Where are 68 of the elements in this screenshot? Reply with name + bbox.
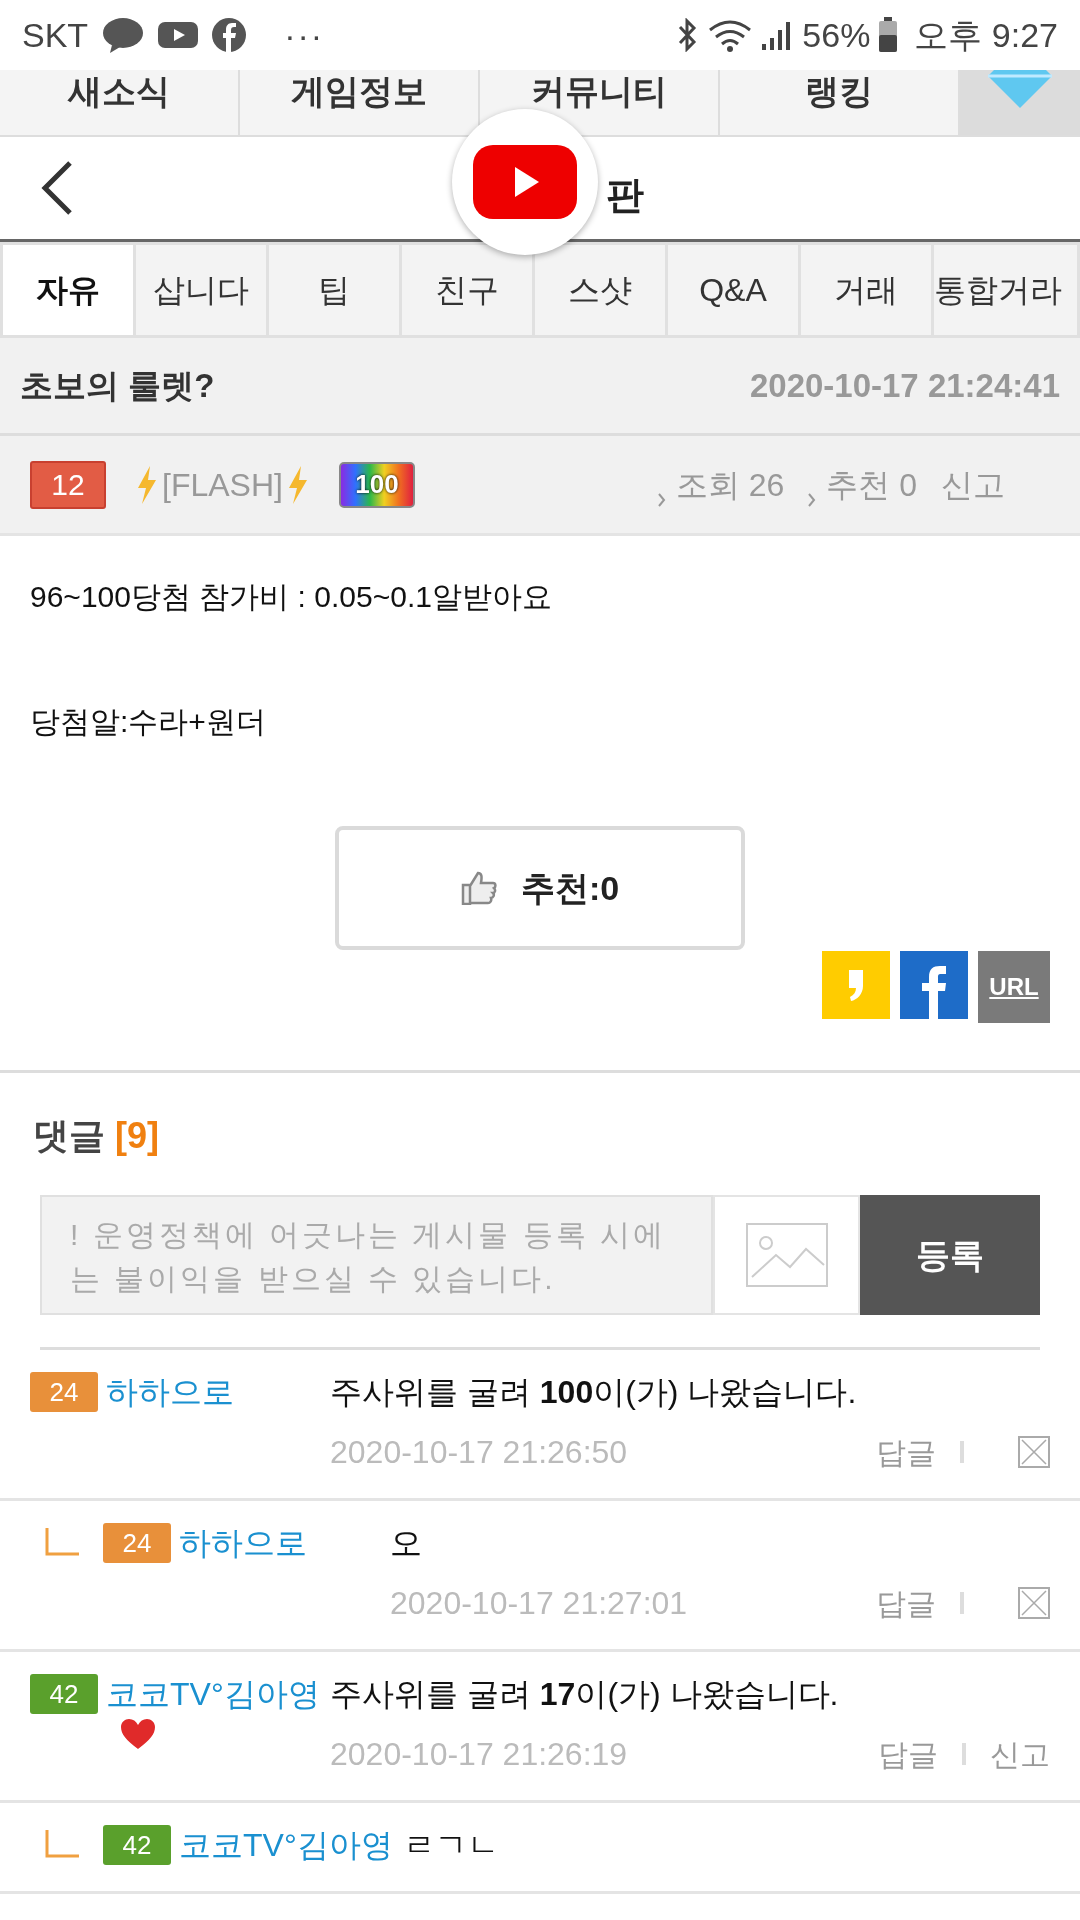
user-name[interactable]: 하하으로 xyxy=(106,1368,244,1416)
video-play-icon xyxy=(158,20,199,50)
carrier-name: SKT xyxy=(22,14,89,56)
recommend-count: 추천 0 xyxy=(826,465,917,505)
level-badge: 42 xyxy=(103,1825,171,1865)
play-icon xyxy=(473,145,577,219)
chevron-icon xyxy=(657,492,666,507)
post-title: 초보의 룰렛? xyxy=(20,365,215,406)
comment-time: 2020-10-17 21:27:01 xyxy=(390,1584,688,1623)
user-name[interactable]: 코코TV°김아영 xyxy=(106,1670,330,1718)
clock-time: 오후 9:27 xyxy=(914,14,1058,56)
comment-text: ㄹㄱㄴ xyxy=(402,1826,500,1865)
board-tab[interactable]: 통합거라 xyxy=(934,245,1077,335)
image-attach-button[interactable] xyxy=(713,1195,860,1315)
level-badge: 42 xyxy=(30,1674,98,1714)
close-icon xyxy=(1018,1436,1050,1468)
board-tab[interactable]: 친구 xyxy=(402,245,532,335)
board-tab[interactable]: 팁 xyxy=(269,245,399,335)
recommend-button[interactable]: 추천:0 xyxy=(335,826,745,950)
url-share-button[interactable]: URL xyxy=(978,951,1050,1023)
board-tab[interactable]: 삽니다 xyxy=(136,245,266,335)
comment-text: 주사위를 굴려 17이(가) 나왔습니다. xyxy=(330,1675,840,1714)
battery-percent: 56% xyxy=(802,14,871,56)
image-icon xyxy=(745,1223,828,1287)
post-text: 96~100당첨 참가비 : 0.05~0.1알받아요 xyxy=(30,579,553,615)
facebook-icon xyxy=(212,18,247,52)
author-name: [FLASH] xyxy=(162,465,283,505)
chat-bubble-icon xyxy=(102,17,145,53)
close-icon xyxy=(1018,1587,1050,1619)
post-text: 당첨알:수라+원더 xyxy=(30,704,267,740)
post-date: 2020-10-17 21:24:41 xyxy=(749,365,1060,406)
kakao-share-button[interactable] xyxy=(822,951,890,1019)
facebook-icon xyxy=(919,963,949,1019)
comment-text: 오 xyxy=(390,1524,423,1563)
lightning-icon xyxy=(286,465,309,504)
level-badge: 24 xyxy=(30,1372,98,1412)
board-tab[interactable]: 스샷 xyxy=(535,245,665,335)
page-title: 판 xyxy=(606,173,644,218)
thumbs-up-icon xyxy=(460,871,497,905)
level-badge: 12 xyxy=(30,460,106,509)
board-tab[interactable]: Q&A xyxy=(668,245,798,335)
board-tab[interactable]: 자유 xyxy=(3,245,133,335)
comment-time: 2020-10-17 21:26:50 xyxy=(330,1433,628,1472)
diamond-button[interactable] xyxy=(960,70,1080,135)
comment-input-field[interactable]: ! 운영정책에 어긋나는 게시물 등록 시에는 불이익을 받으실 수 있습니다. xyxy=(40,1195,713,1315)
more-indicator: ··· xyxy=(284,14,325,56)
nav-tab[interactable]: 랭킹 xyxy=(805,74,873,108)
level-badge: 24 xyxy=(103,1523,171,1563)
user-name[interactable]: 코코TV°김아영 xyxy=(179,1821,403,1869)
wifi-icon xyxy=(708,18,753,52)
delete-button[interactable] xyxy=(1018,1436,1050,1468)
delete-button[interactable] xyxy=(1018,1587,1050,1619)
chevron-icon xyxy=(808,492,817,507)
submit-button[interactable]: 등록 xyxy=(860,1195,1040,1315)
comments-heading: 댓글 xyxy=(33,1114,105,1158)
facebook-share-button[interactable] xyxy=(900,951,968,1019)
nav-tab[interactable]: 게임정보 xyxy=(291,74,427,108)
view-count: 조회 26 xyxy=(675,465,785,505)
nav-tab[interactable]: 새소식 xyxy=(68,74,170,108)
lightning-icon xyxy=(136,465,158,504)
nav-tab[interactable]: 커뮤니티 xyxy=(531,74,667,108)
comment-count: [9] xyxy=(115,1114,159,1158)
battery-icon xyxy=(878,17,899,53)
user-name[interactable]: 하하으로 xyxy=(179,1519,317,1567)
comment-time: 2020-10-17 21:26:19 xyxy=(330,1735,628,1774)
diamond-icon xyxy=(988,70,1052,110)
comment-text: 주사위를 굴려 100이(가) 나왔습니다. xyxy=(330,1373,858,1412)
board-tab[interactable]: 거래 xyxy=(801,245,931,335)
